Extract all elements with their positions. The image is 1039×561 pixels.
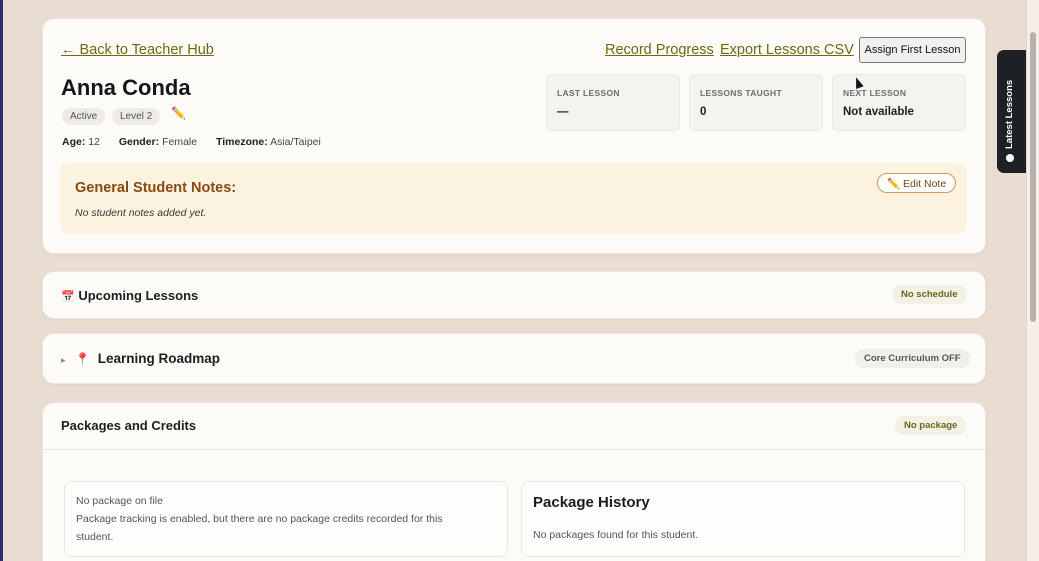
timezone-label: Timezone:	[216, 136, 268, 148]
package-history-title: Package History	[533, 494, 650, 511]
calendar-icon: 📅	[61, 291, 75, 303]
package-tracking-text-cont: student.	[76, 531, 114, 543]
current-package-panel: No package on file Package tracking is e…	[64, 481, 508, 557]
student-meta: Age: 12 Gender: Female Timezone: Asia/Ta…	[62, 136, 337, 148]
package-history-empty: No packages found for this student.	[533, 529, 699, 541]
edit-level-icon[interactable]: ✏️	[171, 106, 186, 120]
stat-lessons-taught: LESSONS TAUGHT 0	[689, 74, 823, 131]
stat-label: LESSONS TAUGHT	[700, 88, 782, 98]
level-badge: Level 2	[112, 108, 161, 125]
notes-title: General Student Notes:	[75, 180, 237, 196]
no-schedule-badge: No schedule	[892, 285, 967, 304]
stat-label: NEXT LESSON	[843, 88, 907, 98]
core-curriculum-badge: Core Curriculum OFF	[855, 349, 970, 368]
gender-label: Gender:	[118, 136, 160, 148]
record-progress-link[interactable]: Record Progress	[605, 42, 714, 58]
notes-empty-text: No student notes added yet.	[75, 207, 207, 219]
learning-roadmap-title: Learning Roadmap	[97, 351, 220, 366]
package-history-panel: Package History No packages found for th…	[521, 481, 965, 557]
back-to-teacher-hub-link[interactable]: ← Back to Teacher Hub	[61, 42, 214, 58]
packages-title: Packages and Credits	[61, 418, 197, 433]
upcoming-lessons-header[interactable]: 📅 Upcoming Lessons	[61, 288, 198, 303]
no-package-text: No package on file	[76, 495, 163, 507]
learning-roadmap-header[interactable]: ▸ 📍 Learning Roadmap	[61, 351, 220, 366]
age-value: 12	[88, 136, 100, 148]
package-tracking-text: Package tracking is enabled, but there a…	[76, 513, 443, 525]
no-package-badge: No package	[895, 416, 967, 435]
section-divider	[42, 449, 986, 450]
upcoming-lessons-title: Upcoming Lessons	[78, 288, 199, 303]
stat-last-lesson: LAST LESSON —	[546, 74, 680, 131]
gender-value: Female	[162, 136, 198, 148]
export-lessons-csv-link[interactable]: Export Lessons CSV	[720, 42, 854, 58]
student-name: Anna Conda	[61, 75, 191, 100]
stat-value: —	[557, 106, 569, 118]
edit-note-button[interactable]: ✏️ Edit Note	[877, 173, 957, 193]
student-notes-panel: General Student Notes: No student notes …	[60, 163, 966, 234]
pin-icon: 📍	[75, 352, 91, 366]
latest-lessons-label: Latest Lessons	[1004, 79, 1015, 149]
status-badge: Active	[62, 108, 106, 125]
age-label: Age:	[62, 136, 86, 148]
latest-lessons-tab[interactable]: Latest Lessons	[997, 50, 1026, 173]
latest-lessons-tab-content: Latest Lessons	[1004, 80, 1015, 162]
stat-value: 0	[700, 106, 707, 118]
window-edge	[0, 0, 3, 561]
stat-label: LAST LESSON	[557, 88, 620, 98]
timezone-value: Asia/Taipei	[270, 136, 321, 148]
stat-value: Not available	[843, 106, 914, 118]
assign-first-lesson-button[interactable]: Assign First Lesson	[859, 37, 966, 63]
stat-next-lesson: NEXT LESSON Not available	[832, 74, 966, 131]
dot-icon	[1005, 154, 1014, 162]
expand-caret-icon[interactable]: ▸	[61, 355, 66, 365]
scrollbar-thumb[interactable]	[1030, 32, 1036, 322]
